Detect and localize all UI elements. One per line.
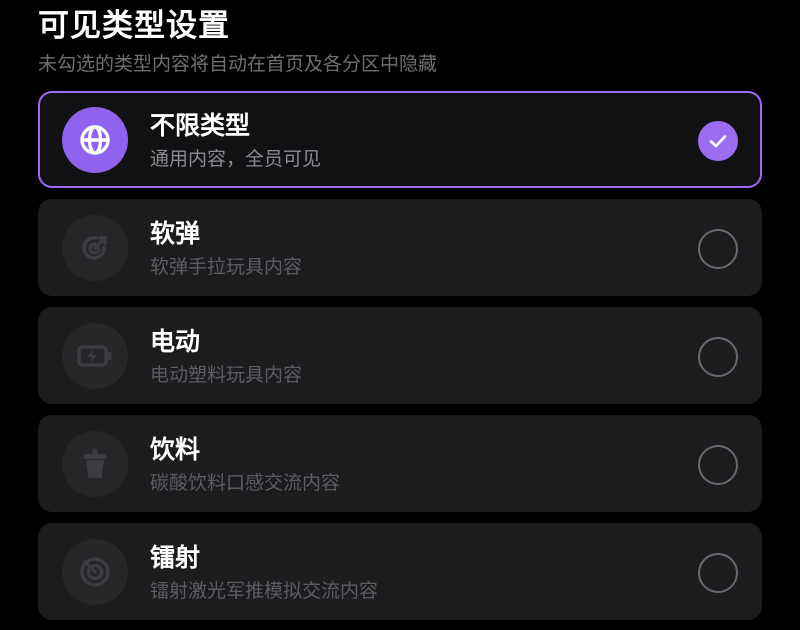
page-title: 可见类型设置 bbox=[38, 8, 230, 44]
option-label: 软弹 bbox=[150, 219, 201, 248]
option-label: 电动 bbox=[150, 327, 201, 356]
option-label: 不限类型 bbox=[150, 111, 251, 140]
visible-types-settings: 可见类型设置 未勾选的类型内容将自动在首页及各分区中隐藏 不限类型 通用内容，全… bbox=[0, 0, 800, 630]
checkmark-icon[interactable] bbox=[698, 121, 738, 161]
radio-button[interactable] bbox=[698, 337, 738, 377]
radio-button[interactable] bbox=[698, 445, 738, 485]
type-option-list: 不限类型 通用内容，全员可见 软弹 软弹手拉玩具内容 电动 电动塑料玩具内容 饮… bbox=[38, 91, 762, 630]
option-description: 通用内容，全员可见 bbox=[150, 148, 322, 170]
type-option-soft-bullet[interactable]: 软弹 软弹手拉玩具内容 bbox=[38, 199, 762, 296]
option-description: 镭射激光军推模拟交流内容 bbox=[150, 580, 379, 602]
target-icon bbox=[62, 215, 128, 281]
option-description: 电动塑料玩具内容 bbox=[150, 364, 303, 386]
type-option-laser[interactable]: 镭射 镭射激光军推模拟交流内容 bbox=[38, 523, 762, 620]
globe-icon bbox=[62, 107, 128, 173]
option-label: 镭射 bbox=[150, 543, 201, 572]
type-option-electric[interactable]: 电动 电动塑料玩具内容 bbox=[38, 307, 762, 404]
option-label: 饮料 bbox=[150, 435, 201, 464]
radio-button[interactable] bbox=[698, 553, 738, 593]
cup-icon bbox=[62, 431, 128, 497]
radio-button[interactable] bbox=[698, 229, 738, 269]
type-option-drink[interactable]: 饮料 碳酸饮料口感交流内容 bbox=[38, 415, 762, 512]
battery-charging-icon bbox=[62, 323, 128, 389]
option-description: 碳酸饮料口感交流内容 bbox=[150, 472, 341, 494]
option-description: 软弹手拉玩具内容 bbox=[150, 256, 303, 278]
laser-icon bbox=[62, 539, 128, 605]
page-subtitle: 未勾选的类型内容将自动在首页及各分区中隐藏 bbox=[38, 53, 438, 75]
type-option-unlimited[interactable]: 不限类型 通用内容，全员可见 bbox=[38, 91, 762, 188]
